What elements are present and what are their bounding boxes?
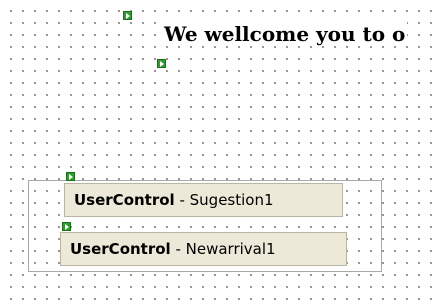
page-heading[interactable]: We wellcome you to o [162, 22, 408, 46]
user-control-newarrival1[interactable]: UserControl - Newarrival1 [60, 232, 347, 266]
user-control-kind-label: UserControl [74, 191, 175, 209]
user-control-separator: - [174, 191, 190, 209]
run-at-server-glyph-icon [62, 222, 71, 231]
user-control-name-label: Sugestion1 [189, 191, 274, 209]
user-control-kind-label: UserControl [70, 240, 171, 258]
run-at-server-glyph-icon [157, 59, 166, 68]
user-control-sugestion1[interactable]: UserControl - Sugestion1 [64, 183, 343, 217]
run-at-server-glyph-icon [66, 172, 75, 181]
user-control-name-label: Newarrival1 [185, 240, 276, 258]
user-control-separator: - [170, 240, 186, 258]
run-at-server-glyph-icon [123, 11, 132, 20]
